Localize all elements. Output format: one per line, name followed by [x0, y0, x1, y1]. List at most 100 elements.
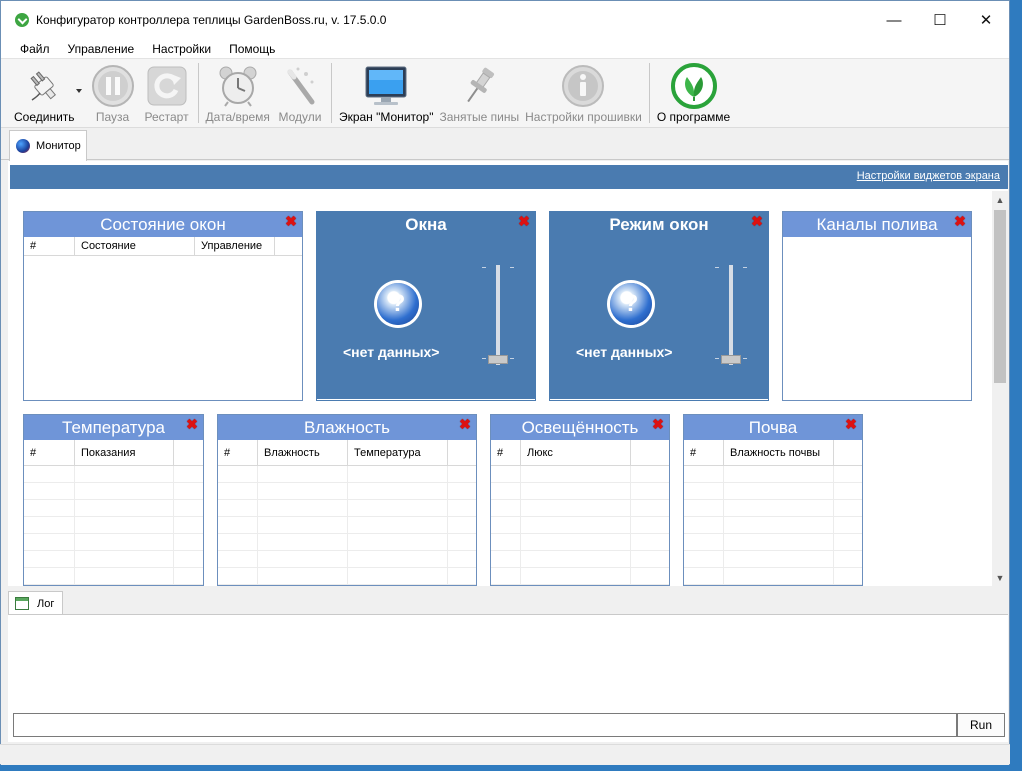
tab-log-label: Лог	[37, 597, 55, 610]
table-row	[491, 483, 669, 500]
close-window-button[interactable]: ✕	[963, 1, 1009, 39]
windows-body: ? <нет данных>	[317, 237, 535, 399]
scroll-down-icon[interactable]: ▼	[992, 569, 1008, 586]
grid-header: # Показания	[24, 440, 203, 466]
widget-title: Температура ✖	[24, 415, 203, 440]
windows-mode-slider[interactable]	[721, 355, 741, 364]
table-row	[684, 551, 862, 568]
menu-file[interactable]: Файл	[11, 42, 59, 56]
menu-help[interactable]: Помощь	[220, 42, 284, 56]
firmware-settings-button[interactable]: Настройки прошивки	[522, 63, 645, 127]
toolbar-separator	[197, 63, 199, 123]
plug-icon	[20, 63, 68, 109]
table-row	[491, 517, 669, 534]
table-row	[218, 483, 476, 500]
close-widget-icon[interactable]: ✖	[750, 214, 764, 228]
run-button[interactable]: Run	[957, 713, 1005, 737]
column-header[interactable]: #	[24, 440, 75, 465]
widget-windows: Окна ✖ ? <нет данных>	[316, 211, 536, 401]
close-widget-icon[interactable]: ✖	[517, 214, 531, 228]
pause-button[interactable]: Пауза	[86, 63, 140, 127]
table-row	[218, 500, 476, 517]
window-title: Конфигуратор контроллера теплицы GardenB…	[36, 13, 387, 27]
table-row	[218, 551, 476, 568]
grid-rows	[218, 466, 476, 585]
table-row	[491, 466, 669, 483]
table-row	[684, 517, 862, 534]
close-widget-icon[interactable]: ✖	[284, 214, 298, 228]
about-label: О программе	[656, 110, 731, 124]
widget-settings-link[interactable]: Настройки виджетов экрана	[857, 170, 1000, 182]
close-widget-icon[interactable]: ✖	[844, 417, 858, 431]
tab-monitor[interactable]: Монитор	[9, 130, 87, 161]
table-row	[491, 568, 669, 585]
nodata-text: <нет данных>	[576, 344, 673, 360]
command-input[interactable]	[13, 713, 957, 737]
datetime-button[interactable]: Дата/время	[203, 63, 273, 127]
slider-tick	[510, 358, 514, 359]
column-header[interactable]: #	[684, 440, 724, 465]
scroll-up-icon[interactable]: ▲	[992, 191, 1008, 208]
table-row	[491, 500, 669, 517]
slider-tick	[482, 358, 486, 359]
table-row	[218, 568, 476, 585]
slider-tick	[482, 267, 486, 268]
restart-label: Рестарт	[144, 110, 189, 124]
widget-illumination: Освещённость ✖ # Люкс	[490, 414, 670, 586]
column-header[interactable]: Влажность	[258, 440, 348, 465]
table-row	[24, 551, 203, 568]
pause-icon	[89, 63, 137, 109]
column-header[interactable]: Температура	[348, 440, 448, 465]
table-row	[24, 466, 203, 483]
tab-monitor-label: Монитор	[36, 140, 81, 152]
grid-rows	[684, 466, 862, 585]
widget-title-text: Почва	[748, 417, 798, 437]
close-widget-icon[interactable]: ✖	[185, 417, 199, 431]
maximize-button[interactable]: ☐	[917, 1, 963, 39]
menu-control[interactable]: Управление	[59, 42, 144, 56]
column-header[interactable]: #	[24, 237, 75, 255]
column-header[interactable]: Влажность почвы	[724, 440, 834, 465]
column-header[interactable]: Люкс	[521, 440, 631, 465]
monitor-screen-button[interactable]: Экран "Монитор"	[336, 63, 437, 127]
grid-header: # Состояние Управление	[24, 237, 302, 256]
close-widget-icon[interactable]: ✖	[953, 214, 967, 228]
restart-button[interactable]: Рестарт	[140, 63, 194, 127]
windows-slider[interactable]	[488, 355, 508, 364]
widget-windows-state: Состояние окон ✖ # Состояние Управление	[23, 211, 303, 401]
table-row	[24, 483, 203, 500]
table-row	[218, 466, 476, 483]
grid-rows	[24, 466, 203, 585]
log-icon	[15, 597, 29, 610]
tab-log[interactable]: Лог	[8, 591, 63, 615]
slider-tick	[715, 267, 719, 268]
main-tabstrip: Монитор	[1, 128, 1009, 161]
menu-settings[interactable]: Настройки	[143, 42, 220, 56]
busy-pins-button[interactable]: Занятые пины	[436, 63, 522, 127]
restart-icon	[143, 63, 191, 109]
column-header[interactable]: Управление	[195, 237, 275, 255]
monitor-scrollbar[interactable]: ▲ ▼	[992, 191, 1008, 586]
column-header[interactable]: Состояние	[75, 237, 195, 255]
slider-tick	[715, 358, 719, 359]
connect-dropdown-arrow-icon[interactable]	[75, 89, 82, 93]
table-row	[684, 534, 862, 551]
modules-button[interactable]: Модули	[273, 63, 327, 127]
close-widget-icon[interactable]: ✖	[651, 417, 665, 431]
table-row	[24, 568, 203, 585]
widget-title: Почва ✖	[684, 415, 862, 440]
table-row	[684, 568, 862, 585]
connect-button[interactable]: Соединить	[11, 63, 78, 127]
column-header[interactable]: Показания	[75, 440, 174, 465]
about-button[interactable]: О программе	[654, 63, 733, 127]
widget-humidity: Влажность ✖ # Влажность Температура	[217, 414, 477, 586]
column-header[interactable]: #	[218, 440, 258, 465]
close-widget-icon[interactable]: ✖	[458, 417, 472, 431]
pushpin-icon	[455, 63, 503, 109]
minimize-button[interactable]: —	[871, 1, 917, 39]
table-row	[684, 466, 862, 483]
slider-track	[729, 265, 733, 365]
scroll-thumb[interactable]	[994, 210, 1006, 383]
column-header[interactable]: #	[491, 440, 521, 465]
leaf-icon	[670, 63, 718, 109]
